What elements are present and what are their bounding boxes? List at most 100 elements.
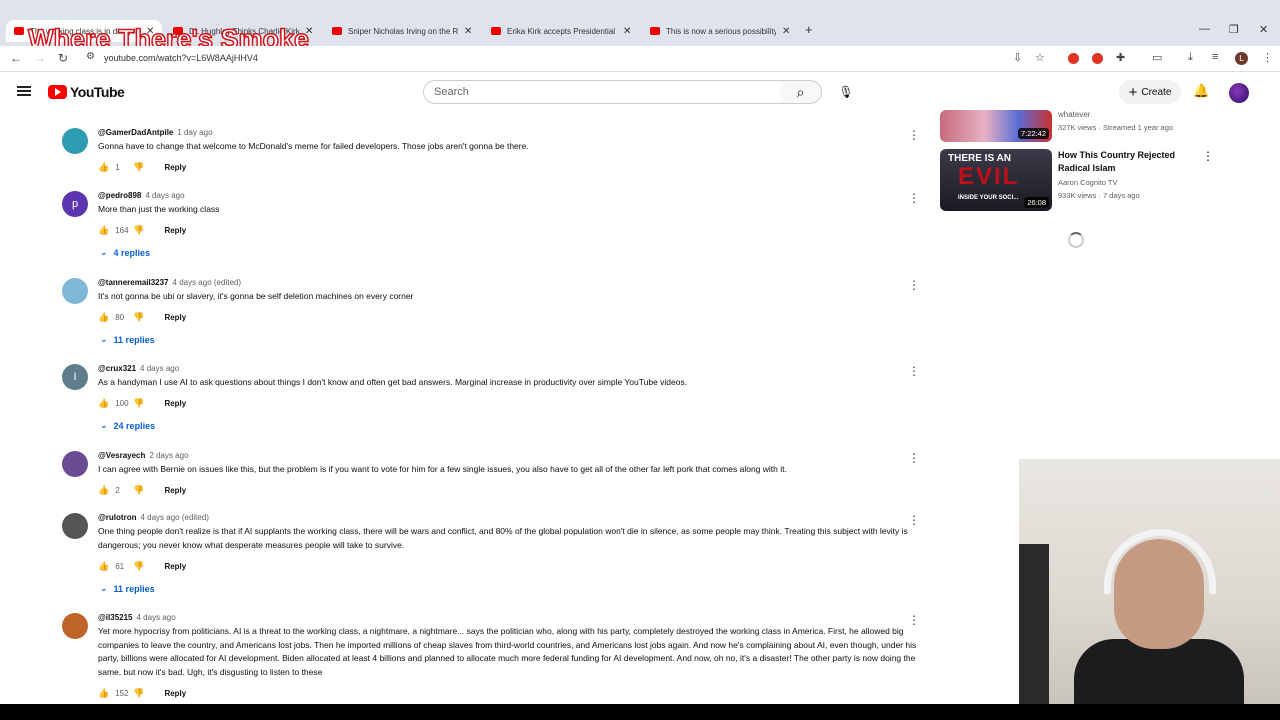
comment-time[interactable]: 4 days ago (edited) bbox=[173, 278, 242, 287]
like-icon[interactable]: 👍 bbox=[98, 688, 109, 699]
comment-more-icon[interactable]: ⋮ bbox=[908, 451, 920, 465]
adblock-extension-icon[interactable] bbox=[1068, 53, 1079, 64]
new-tab-button[interactable]: + bbox=[805, 22, 813, 37]
video-title[interactable]: How This Country Rejected Radical Islam bbox=[1058, 149, 1183, 175]
reply-button[interactable]: Reply bbox=[164, 399, 186, 408]
comment-author[interactable]: @crux321 bbox=[98, 364, 136, 373]
comment-more-icon[interactable]: ⋮ bbox=[908, 191, 920, 205]
close-tab-icon[interactable]: ✕ bbox=[782, 26, 790, 37]
voice-search-button[interactable]: 🎙 bbox=[833, 80, 859, 104]
browser-tab-5[interactable]: This is now a serious possibility ✕ bbox=[642, 20, 798, 42]
profile-avatar[interactable]: L bbox=[1235, 52, 1248, 65]
video-meta: 327K views · Streamed 1 year ago bbox=[1058, 123, 1174, 132]
comment-time[interactable]: 4 days ago bbox=[140, 364, 179, 373]
video-more-icon[interactable]: ⋮ bbox=[1202, 149, 1214, 163]
comment-author[interactable]: @rulotron bbox=[98, 513, 136, 522]
view-replies-button[interactable]: ⌄ 24 replies bbox=[100, 420, 155, 431]
browser-menu-icon[interactable]: ⋮ bbox=[1262, 51, 1273, 64]
youtube-logo[interactable]: YouTube bbox=[48, 84, 125, 100]
opera-extension-icon[interactable] bbox=[1092, 53, 1103, 64]
comment-time[interactable]: 4 days ago bbox=[145, 191, 184, 200]
comment-avatar[interactable] bbox=[62, 513, 88, 539]
like-icon[interactable]: 👍 bbox=[98, 561, 109, 572]
comment-more-icon[interactable]: ⋮ bbox=[908, 513, 920, 527]
reply-button[interactable]: Reply bbox=[164, 313, 186, 322]
comment-more-icon[interactable]: ⋮ bbox=[908, 364, 920, 378]
comment-item: @GamerDadAntpile 1 day ago Gonna have to … bbox=[0, 128, 930, 188]
dislike-icon[interactable]: 👎 bbox=[133, 225, 144, 236]
comment-avatar[interactable] bbox=[62, 128, 88, 154]
create-button[interactable]: + Create bbox=[1119, 80, 1181, 104]
close-tab-icon[interactable]: ✕ bbox=[623, 26, 631, 37]
video-channel[interactable]: Aaron Cognito TV bbox=[1058, 178, 1117, 187]
like-icon[interactable]: 👍 bbox=[98, 312, 109, 323]
video-thumbnail[interactable]: 7:22:42 bbox=[940, 110, 1052, 142]
comment-more-icon[interactable]: ⋮ bbox=[908, 278, 920, 292]
like-icon[interactable]: 👍 bbox=[98, 485, 109, 496]
search-button[interactable]: ⌕ bbox=[780, 80, 822, 104]
site-info-icon[interactable]: ⚙ bbox=[86, 51, 95, 62]
view-replies-button[interactable]: ⌄ 11 replies bbox=[100, 583, 155, 594]
url-field[interactable]: youtube.com/watch?v=L6W8AAjHHV4 bbox=[104, 53, 258, 63]
microphone-icon: 🎙 bbox=[838, 85, 854, 99]
dislike-icon[interactable]: 👎 bbox=[133, 688, 144, 699]
notifications-bell-icon[interactable]: 🔔 bbox=[1193, 83, 1209, 99]
comment-avatar[interactable]: p bbox=[62, 191, 88, 217]
restore-icon[interactable]: ❐ bbox=[1229, 23, 1239, 36]
dislike-icon[interactable]: 👎 bbox=[133, 398, 144, 409]
view-replies-button[interactable]: ⌄ 4 replies bbox=[100, 247, 150, 258]
comment-avatar[interactable]: I bbox=[62, 364, 88, 390]
bookmark-star-icon[interactable]: ☆ bbox=[1035, 51, 1045, 64]
comment-author[interactable]: @GamerDadAntpile bbox=[98, 128, 173, 137]
like-icon[interactable]: 👍 bbox=[98, 225, 109, 236]
comment-avatar[interactable] bbox=[62, 613, 88, 639]
dislike-icon[interactable]: 👎 bbox=[133, 162, 144, 173]
video-thumbnail[interactable]: THERE IS AN EVIL INSIDE YOUR SOCI... 26:… bbox=[940, 149, 1052, 211]
dislike-icon[interactable]: 👎 bbox=[133, 312, 144, 323]
reply-button[interactable]: Reply bbox=[164, 562, 186, 571]
comment-time[interactable]: 4 days ago bbox=[137, 613, 176, 622]
reply-button[interactable]: Reply bbox=[164, 226, 186, 235]
comment-author[interactable]: @pedro898 bbox=[98, 191, 141, 200]
comment-more-icon[interactable]: ⋮ bbox=[908, 613, 920, 627]
dislike-icon[interactable]: 👎 bbox=[133, 561, 144, 572]
comment-author[interactable]: @tanneremail3237 bbox=[98, 278, 169, 287]
view-replies-button[interactable]: ⌄ 11 replies bbox=[100, 334, 155, 345]
comment-time[interactable]: 4 days ago (edited) bbox=[140, 513, 209, 522]
comment-actions: 👍 1 👎 Reply bbox=[98, 162, 186, 173]
account-avatar[interactable] bbox=[1229, 83, 1249, 103]
comment-more-icon[interactable]: ⋮ bbox=[908, 128, 920, 142]
media-controls-icon[interactable]: ≡ bbox=[1212, 51, 1218, 63]
minimize-icon[interactable]: — bbox=[1199, 23, 1210, 35]
downloads-icon[interactable]: ⤓ bbox=[1188, 51, 1193, 64]
like-icon[interactable]: 👍 bbox=[98, 398, 109, 409]
sidebar-panel-icon[interactable]: ▭ bbox=[1152, 51, 1162, 64]
tab-title: This is now a serious possibility bbox=[666, 26, 776, 36]
search-input[interactable]: Search bbox=[423, 80, 781, 104]
reload-icon[interactable]: ↻ bbox=[58, 51, 68, 65]
video-channel[interactable]: whatever bbox=[1058, 110, 1090, 119]
comment-avatar[interactable] bbox=[62, 451, 88, 477]
comment-text: As a handyman I use AI to ask questions … bbox=[98, 377, 688, 387]
comment-time[interactable]: 2 days ago bbox=[149, 451, 188, 460]
chevron-down-icon: ⌄ bbox=[100, 247, 108, 257]
comment-time[interactable]: 1 day ago bbox=[177, 128, 212, 137]
reply-button[interactable]: Reply bbox=[164, 486, 186, 495]
dislike-icon[interactable]: 👎 bbox=[133, 485, 144, 496]
browser-tab-4[interactable]: Erika Kirk accepts Presidential Medal ✕ bbox=[483, 20, 639, 42]
comment-author[interactable]: @il35215 bbox=[98, 613, 133, 622]
back-icon[interactable]: ← bbox=[10, 51, 22, 65]
close-window-icon[interactable]: ✕ bbox=[1259, 23, 1268, 36]
comment-avatar[interactable] bbox=[62, 278, 88, 304]
extensions-puzzle-icon[interactable]: ✚ bbox=[1116, 51, 1125, 64]
browser-tab-3[interactable]: Sniper Nicholas Irving on the Rise ✕ bbox=[324, 20, 480, 42]
install-app-icon[interactable]: ⇩ bbox=[1013, 51, 1022, 64]
reply-button[interactable]: Reply bbox=[164, 163, 186, 172]
thumbnail-caption-bottom: INSIDE YOUR SOCI... bbox=[958, 195, 1019, 201]
close-tab-icon[interactable]: ✕ bbox=[464, 26, 472, 37]
like-icon[interactable]: 👍 bbox=[98, 162, 109, 173]
reply-button[interactable]: Reply bbox=[164, 689, 186, 698]
menu-icon[interactable] bbox=[17, 86, 31, 96]
forward-icon[interactable]: → bbox=[34, 51, 46, 65]
comment-author[interactable]: @Vesrayech bbox=[98, 451, 145, 460]
